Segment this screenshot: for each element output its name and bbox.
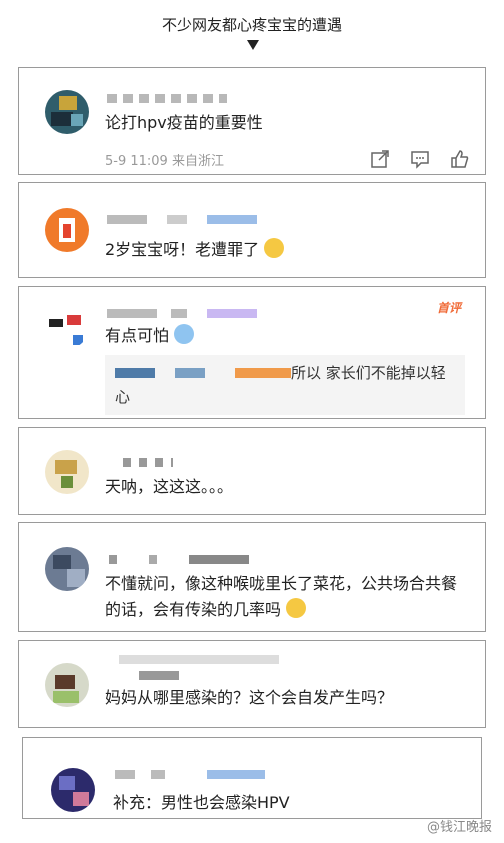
down-arrow-icon	[247, 40, 259, 50]
avatar[interactable]	[45, 90, 89, 134]
comment-meta: 5-9 11:09 来自浙江	[105, 154, 224, 169]
comment-text: 论打hpv疫苗的重要性	[105, 113, 263, 132]
avatar[interactable]	[45, 547, 89, 591]
username-blurred[interactable]	[107, 94, 227, 103]
username-blurred[interactable]	[107, 215, 257, 224]
username-blurred	[139, 671, 179, 680]
page-caption: 不少网友都心疼宝宝的遭遇	[161, 16, 342, 34]
watermark: @钱江晚报	[426, 820, 492, 835]
avatar[interactable]	[45, 305, 89, 349]
emoji-icon	[264, 238, 285, 258]
comment-text: 2岁宝宝呀！老遭罪了	[105, 237, 467, 263]
reply-username-blurred[interactable]	[115, 368, 291, 378]
comment-text: 补充：男性也会感染HPV	[113, 793, 290, 812]
avatar[interactable]	[45, 663, 89, 707]
avatar[interactable]	[51, 768, 95, 812]
comment-card: 不懂就问，像这种喉咙里长了菜花，公共场合共餐的话，会有传染的几率吗	[18, 522, 486, 632]
comment-card: 论打hpv疫苗的重要性 5-9 11:09 来自浙江	[18, 67, 486, 175]
comment-card: 2岁宝宝呀！老遭罪了	[18, 182, 486, 278]
comment-text: 天呐，这这这。。。	[105, 477, 234, 496]
emoji-icon	[286, 598, 307, 618]
comment-card: 妈妈从哪里感染的？这个会自发产生吗？	[18, 640, 486, 728]
comment-card: 补充：男性也会感染HPV	[22, 737, 482, 819]
comment-icon[interactable]	[409, 148, 431, 170]
comment-card: 首评 有点可怕 所以 家长们不能掉以轻心	[18, 286, 486, 419]
comment-text: 不懂就问，像这种喉咙里长了菜花，公共场合共餐的话，会有传染的几率吗	[105, 574, 458, 619]
username-blurred[interactable]	[123, 458, 173, 467]
like-icon[interactable]	[449, 148, 471, 170]
username-blurred[interactable]	[115, 770, 265, 779]
avatar[interactable]	[45, 450, 89, 494]
avatar[interactable]	[45, 208, 89, 252]
username-blurred[interactable]	[119, 655, 279, 664]
first-comment-badge: 首评	[436, 301, 461, 315]
username-blurred[interactable]	[109, 555, 249, 564]
comment-text: 妈妈从哪里感染的？这个会自发产生吗？	[105, 688, 394, 707]
comment-text: 有点可怕	[105, 323, 467, 349]
reply-box[interactable]: 所以 家长们不能掉以轻心	[105, 355, 465, 415]
username-blurred[interactable]	[107, 309, 257, 318]
share-icon[interactable]	[369, 148, 391, 170]
comment-card: 天呐，这这这。。。	[18, 427, 486, 515]
emoji-icon	[174, 324, 195, 344]
